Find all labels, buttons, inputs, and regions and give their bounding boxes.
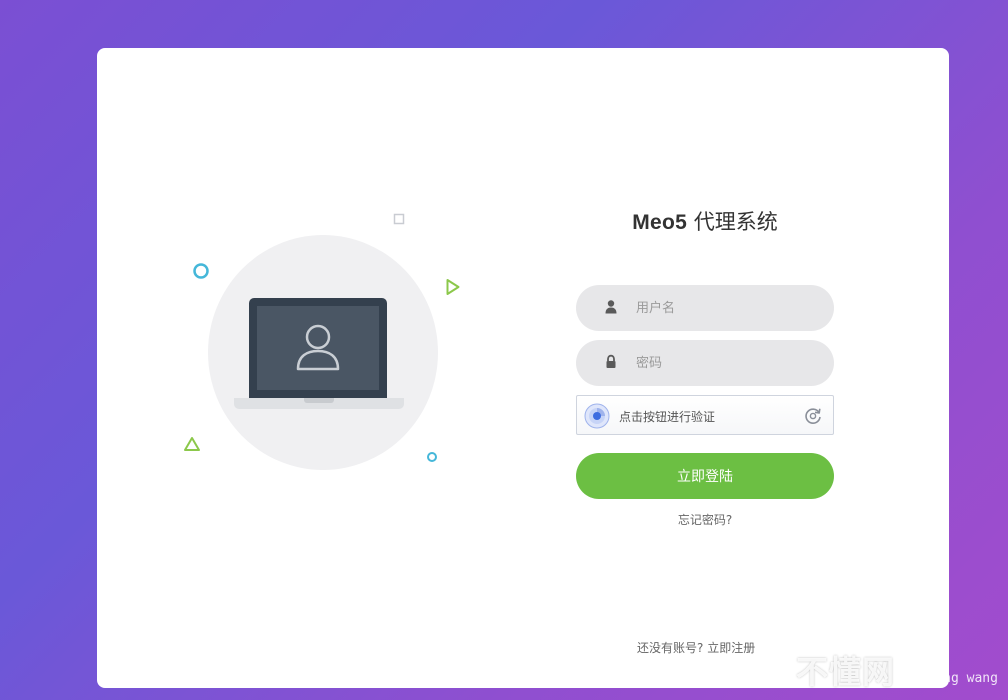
- register-row: 还没有账号? 立即注册: [637, 639, 755, 656]
- username-input[interactable]: [636, 285, 816, 331]
- no-account-text: 还没有账号?: [637, 641, 704, 655]
- illustration: [177, 208, 477, 488]
- password-field[interactable]: [576, 340, 834, 386]
- watermark: 不懂网 爱分享 by dong wang: [796, 645, 1006, 695]
- refresh-icon[interactable]: [803, 406, 823, 426]
- login-button[interactable]: 立即登陆: [576, 453, 834, 499]
- user-avatar-icon: [296, 324, 340, 371]
- title-suffix: 代理系统: [687, 210, 778, 234]
- laptop-icon: [234, 298, 404, 413]
- password-input[interactable]: [636, 340, 816, 386]
- username-field[interactable]: [576, 285, 834, 331]
- forgot-password-link[interactable]: 忘记密码?: [576, 511, 834, 528]
- circle-deco-icon: [193, 263, 209, 279]
- triangle-deco-icon: [184, 437, 200, 451]
- watermark-title: 不懂网: [796, 653, 896, 691]
- user-icon: [605, 300, 617, 314]
- captcha-label: 点击按钮进行验证: [619, 410, 716, 424]
- watermark-author: by dong wang: [904, 671, 998, 686]
- small-circle-deco-icon: [427, 452, 437, 462]
- captcha-verify-button[interactable]: 点击按钮进行验证: [576, 395, 834, 435]
- register-link[interactable]: 立即注册: [707, 641, 755, 655]
- laptop-screen: [249, 298, 387, 398]
- radar-icon: [584, 403, 610, 429]
- watermark-tagline: 爱分享: [908, 655, 948, 670]
- login-card: Meo5 代理系统 点击按钮进行验证 立即登陆 忘记密: [97, 48, 949, 688]
- brand-name: Meo5: [632, 211, 688, 234]
- square-deco-icon: [393, 213, 405, 225]
- lock-icon: [606, 354, 616, 368]
- play-triangle-deco-icon: [446, 279, 460, 295]
- page-title: Meo5 代理系统: [575, 206, 835, 236]
